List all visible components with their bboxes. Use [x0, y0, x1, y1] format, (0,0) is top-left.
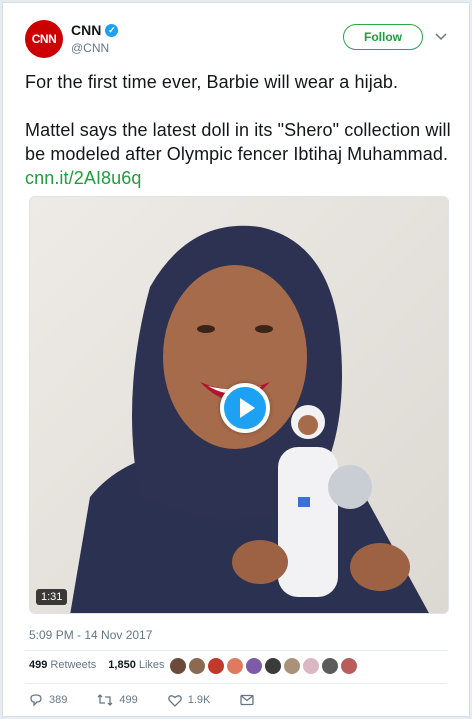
liker-avatar[interactable]: [226, 657, 244, 675]
tweet-text: For the first time ever, Barbie will wea…: [25, 70, 455, 214]
retweets-stat[interactable]: 499 Retweets: [29, 659, 96, 671]
liker-avatar[interactable]: [207, 657, 225, 675]
envelope-icon: [240, 694, 255, 706]
account-names[interactable]: CNN ✓ @CNN: [71, 22, 119, 55]
tweet-line-2: Mattel says the latest doll in its "Sher…: [25, 118, 455, 190]
tweet-line-2-text: Mattel says the latest doll in its "Sher…: [25, 120, 451, 164]
video-duration: 1:31: [36, 589, 68, 605]
tweet-header: CNN CNN ✓ @CNN Follow: [25, 18, 447, 62]
tweet-card: CNN CNN ✓ @CNN Follow For the first time…: [2, 2, 470, 717]
liker-avatar[interactable]: [283, 657, 301, 675]
play-icon: [240, 398, 255, 418]
video-player[interactable]: 1:31: [29, 196, 449, 614]
display-name-text[interactable]: CNN: [71, 22, 101, 38]
account-handle[interactable]: @CNN: [71, 41, 118, 55]
like-count: 1.9K: [187, 694, 211, 706]
retweet-button[interactable]: 499: [97, 693, 138, 707]
tweet-link[interactable]: cnn.it/2AI8u6q: [25, 168, 141, 188]
verified-icon: ✓: [105, 23, 119, 37]
reply-icon: [30, 694, 42, 707]
reply-button[interactable]: 389: [29, 693, 67, 707]
engagement-stats: 499 Retweets 1,850 Likes: [29, 659, 165, 671]
reply-count: 389: [49, 694, 68, 706]
liker-avatar[interactable]: [169, 657, 187, 675]
liker-avatars: [169, 657, 358, 675]
retweets-count: 499: [29, 659, 48, 671]
retweets-label: Retweets: [50, 659, 97, 671]
play-button[interactable]: [220, 383, 270, 433]
liker-avatar[interactable]: [302, 657, 320, 675]
liker-avatar[interactable]: [264, 657, 282, 675]
retweet-icon: [97, 694, 113, 706]
likes-label: Likes: [138, 659, 165, 671]
liker-avatar[interactable]: [321, 657, 339, 675]
chevron-down-icon[interactable]: [435, 30, 447, 44]
retweet-count: 499: [119, 694, 138, 706]
likes-stat[interactable]: 1,850 Likes: [108, 659, 164, 671]
divider: [25, 650, 447, 651]
tweet-timestamp[interactable]: 5:09 PM - 14 Nov 2017: [29, 628, 152, 642]
likes-count: 1,850: [108, 659, 136, 671]
tweet-actions: 389 499 1.9K: [29, 693, 284, 707]
display-name[interactable]: CNN ✓: [71, 22, 119, 38]
divider: [25, 683, 447, 684]
follow-button[interactable]: Follow: [343, 24, 423, 50]
liker-avatar[interactable]: [340, 657, 358, 675]
heart-icon: [167, 694, 182, 707]
liker-avatar[interactable]: [188, 657, 206, 675]
like-button[interactable]: 1.9K: [167, 694, 211, 707]
direct-message-button[interactable]: [240, 694, 255, 706]
avatar[interactable]: CNN: [25, 20, 63, 58]
liker-avatar[interactable]: [245, 657, 263, 675]
tweet-line-1: For the first time ever, Barbie will wea…: [25, 72, 399, 92]
